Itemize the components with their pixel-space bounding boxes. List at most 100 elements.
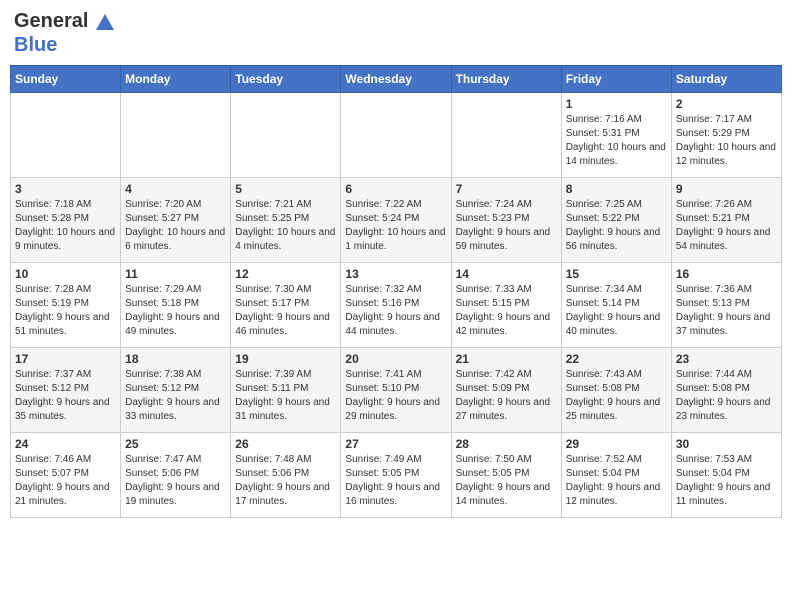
- day-info: Sunrise: 7:41 AMSunset: 5:10 PMDaylight:…: [345, 368, 446, 424]
- day-number: 1: [566, 97, 667, 111]
- day-number: 23: [676, 352, 777, 366]
- header-day-friday: Friday: [561, 65, 671, 92]
- calendar-cell: 20 Sunrise: 7:41 AMSunset: 5:10 PMDayligh…: [341, 347, 451, 432]
- day-number: 20: [345, 352, 446, 366]
- day-number: 6: [345, 182, 446, 196]
- day-info: Sunrise: 7:44 AMSunset: 5:08 PMDaylight:…: [676, 368, 777, 424]
- logo-text: General: [14, 10, 116, 34]
- logo: General Blue: [14, 10, 116, 57]
- calendar-cell: [231, 92, 341, 177]
- calendar-table: SundayMondayTuesdayWednesdayThursdayFrid…: [10, 65, 782, 518]
- day-number: 22: [566, 352, 667, 366]
- day-number: 17: [15, 352, 116, 366]
- day-number: 3: [15, 182, 116, 196]
- day-number: 12: [235, 267, 336, 281]
- day-info: Sunrise: 7:36 AMSunset: 5:13 PMDaylight:…: [676, 283, 777, 339]
- week-row-4: 17 Sunrise: 7:37 AMSunset: 5:12 PMDayligh…: [11, 347, 782, 432]
- week-row-1: 1Sunrise: 7:16 AMSunset: 5:31 PMDaylight…: [11, 92, 782, 177]
- day-number: 9: [676, 182, 777, 196]
- calendar-cell: [341, 92, 451, 177]
- calendar-cell: 23 Sunrise: 7:44 AMSunset: 5:08 PMDayligh…: [671, 347, 781, 432]
- day-number: 19: [235, 352, 336, 366]
- calendar-cell: 13 Sunrise: 7:32 AMSunset: 5:16 PMDayligh…: [341, 262, 451, 347]
- header-day-sunday: Sunday: [11, 65, 121, 92]
- calendar-cell: [451, 92, 561, 177]
- calendar-body: 1Sunrise: 7:16 AMSunset: 5:31 PMDaylight…: [11, 92, 782, 517]
- calendar-cell: 2 Sunrise: 7:17 AMSunset: 5:29 PMDaylight…: [671, 92, 781, 177]
- calendar-cell: 4 Sunrise: 7:20 AMSunset: 5:27 PMDaylight…: [121, 177, 231, 262]
- header-day-tuesday: Tuesday: [231, 65, 341, 92]
- day-info: Sunrise: 7:26 AMSunset: 5:21 PMDaylight:…: [676, 198, 777, 254]
- day-info: Sunrise: 7:37 AMSunset: 5:12 PMDaylight:…: [15, 368, 116, 424]
- calendar-cell: 29Sunrise: 7:52 AMSunset: 5:04 PMDayligh…: [561, 432, 671, 517]
- calendar-cell: 5 Sunrise: 7:21 AMSunset: 5:25 PMDaylight…: [231, 177, 341, 262]
- day-number: 8: [566, 182, 667, 196]
- day-info: Sunrise: 7:29 AMSunset: 5:18 PMDaylight:…: [125, 283, 226, 339]
- day-info: Sunrise: 7:28 AMSunset: 5:19 PMDaylight:…: [15, 283, 116, 339]
- day-number: 29: [566, 437, 667, 451]
- header-row: SundayMondayTuesdayWednesdayThursdayFrid…: [11, 65, 782, 92]
- header-day-thursday: Thursday: [451, 65, 561, 92]
- day-number: 7: [456, 182, 557, 196]
- day-info: Sunrise: 7:43 AMSunset: 5:08 PMDaylight:…: [566, 368, 667, 424]
- calendar-cell: 9 Sunrise: 7:26 AMSunset: 5:21 PMDaylight…: [671, 177, 781, 262]
- day-info: Sunrise: 7:24 AMSunset: 5:23 PMDaylight:…: [456, 198, 557, 254]
- calendar-cell: 26 Sunrise: 7:48 AMSunset: 5:06 PMDayligh…: [231, 432, 341, 517]
- day-info: Sunrise: 7:49 AMSunset: 5:05 PMDaylight:…: [345, 453, 446, 509]
- day-info: Sunrise: 7:17 AMSunset: 5:29 PMDaylight:…: [676, 113, 777, 169]
- day-info: Sunrise: 7:20 AMSunset: 5:27 PMDaylight:…: [125, 198, 226, 254]
- day-number: 27: [345, 437, 446, 451]
- day-info: Sunrise: 7:46 AMSunset: 5:07 PMDaylight:…: [15, 453, 116, 509]
- calendar-cell: 8 Sunrise: 7:25 AMSunset: 5:22 PMDaylight…: [561, 177, 671, 262]
- calendar-header: SundayMondayTuesdayWednesdayThursdayFrid…: [11, 65, 782, 92]
- day-info: Sunrise: 7:22 AMSunset: 5:24 PMDaylight:…: [345, 198, 446, 254]
- day-info: Sunrise: 7:42 AMSunset: 5:09 PMDaylight:…: [456, 368, 557, 424]
- calendar-cell: 17 Sunrise: 7:37 AMSunset: 5:12 PMDayligh…: [11, 347, 121, 432]
- header-day-wednesday: Wednesday: [341, 65, 451, 92]
- calendar-cell: 15 Sunrise: 7:34 AMSunset: 5:14 PMDayligh…: [561, 262, 671, 347]
- day-number: 13: [345, 267, 446, 281]
- page-header: General Blue: [10, 10, 782, 57]
- day-number: 10: [15, 267, 116, 281]
- day-number: 5: [235, 182, 336, 196]
- calendar-cell: 12Sunrise: 7:30 AMSunset: 5:17 PMDayligh…: [231, 262, 341, 347]
- day-info: Sunrise: 7:34 AMSunset: 5:14 PMDaylight:…: [566, 283, 667, 339]
- day-info: Sunrise: 7:38 AMSunset: 5:12 PMDaylight:…: [125, 368, 226, 424]
- calendar-cell: 25Sunrise: 7:47 AMSunset: 5:06 PMDayligh…: [121, 432, 231, 517]
- week-row-3: 10 Sunrise: 7:28 AMSunset: 5:19 PMDayligh…: [11, 262, 782, 347]
- day-info: Sunrise: 7:48 AMSunset: 5:06 PMDaylight:…: [235, 453, 336, 509]
- calendar-cell: 16Sunrise: 7:36 AMSunset: 5:13 PMDayligh…: [671, 262, 781, 347]
- day-info: Sunrise: 7:33 AMSunset: 5:15 PMDaylight:…: [456, 283, 557, 339]
- calendar-cell: [121, 92, 231, 177]
- day-number: 14: [456, 267, 557, 281]
- logo-blue: Blue: [14, 34, 57, 56]
- day-number: 4: [125, 182, 226, 196]
- day-info: Sunrise: 7:18 AMSunset: 5:28 PMDaylight:…: [15, 198, 116, 254]
- week-row-2: 3 Sunrise: 7:18 AMSunset: 5:28 PMDaylight…: [11, 177, 782, 262]
- day-number: 2: [676, 97, 777, 111]
- week-row-5: 24Sunrise: 7:46 AMSunset: 5:07 PMDayligh…: [11, 432, 782, 517]
- day-number: 21: [456, 352, 557, 366]
- day-number: 11: [125, 267, 226, 281]
- day-info: Sunrise: 7:50 AMSunset: 5:05 PMDaylight:…: [456, 453, 557, 509]
- calendar-cell: 24Sunrise: 7:46 AMSunset: 5:07 PMDayligh…: [11, 432, 121, 517]
- day-info: Sunrise: 7:53 AMSunset: 5:04 PMDaylight:…: [676, 453, 777, 509]
- header-day-saturday: Saturday: [671, 65, 781, 92]
- header-day-monday: Monday: [121, 65, 231, 92]
- calendar-cell: 21 Sunrise: 7:42 AMSunset: 5:09 PMDayligh…: [451, 347, 561, 432]
- calendar-cell: 14 Sunrise: 7:33 AMSunset: 5:15 PMDayligh…: [451, 262, 561, 347]
- day-info: Sunrise: 7:32 AMSunset: 5:16 PMDaylight:…: [345, 283, 446, 339]
- day-number: 25: [125, 437, 226, 451]
- day-number: 26: [235, 437, 336, 451]
- logo-icon: [94, 12, 116, 34]
- day-info: Sunrise: 7:25 AMSunset: 5:22 PMDaylight:…: [566, 198, 667, 254]
- calendar-cell: 1Sunrise: 7:16 AMSunset: 5:31 PMDaylight…: [561, 92, 671, 177]
- day-info: Sunrise: 7:21 AMSunset: 5:25 PMDaylight:…: [235, 198, 336, 254]
- calendar-cell: 19 Sunrise: 7:39 AMSunset: 5:11 PMDayligh…: [231, 347, 341, 432]
- calendar-cell: 30Sunrise: 7:53 AMSunset: 5:04 PMDayligh…: [671, 432, 781, 517]
- calendar-cell: 7 Sunrise: 7:24 AMSunset: 5:23 PMDaylight…: [451, 177, 561, 262]
- day-number: 15: [566, 267, 667, 281]
- calendar-cell: [11, 92, 121, 177]
- day-info: Sunrise: 7:39 AMSunset: 5:11 PMDaylight:…: [235, 368, 336, 424]
- calendar-cell: 11 Sunrise: 7:29 AMSunset: 5:18 PMDayligh…: [121, 262, 231, 347]
